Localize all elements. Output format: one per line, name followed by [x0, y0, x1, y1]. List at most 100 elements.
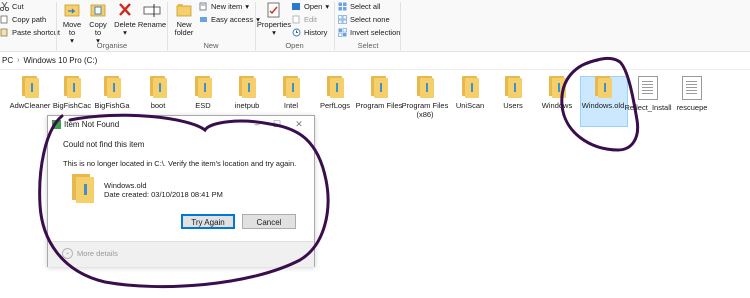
delete-button[interactable]: Delete ▾: [113, 1, 137, 37]
folder-icon: [414, 76, 436, 98]
folder-icon: [70, 174, 96, 206]
cut-button[interactable]: Cut: [0, 1, 24, 12]
list-item-label: PerfLogs: [319, 101, 351, 110]
folder-icon: [546, 76, 568, 98]
list-item[interactable]: Program Files (x86): [401, 76, 449, 119]
rename-button[interactable]: Rename: [138, 1, 166, 29]
easy-access-button[interactable]: Easy access ▾: [199, 14, 260, 25]
paste-shortcut-icon: [0, 28, 9, 37]
document-icon: [638, 76, 658, 100]
list-item-label: boot: [150, 101, 166, 110]
ribbon: Cut Copy path Paste shortcut Move to ▾ C…: [0, 0, 750, 52]
list-item[interactable]: Windows: [535, 76, 579, 110]
dialog-title: Item Not Found: [64, 120, 120, 129]
chevron-down-icon: ▾: [123, 28, 127, 37]
list-item-label: Program Files (x86): [401, 101, 449, 119]
warning-icon: [52, 120, 61, 131]
folder-icon: [368, 76, 390, 98]
breadcrumb-drive[interactable]: Windows 10 Pro (C:): [23, 56, 97, 65]
copy-path-button[interactable]: Copy path: [0, 14, 46, 25]
properties-icon: [265, 1, 283, 19]
list-item-label: Program Files: [355, 101, 403, 110]
chevron-down-icon: ▾: [245, 2, 250, 11]
history-button[interactable]: History: [292, 27, 327, 38]
folder-icon: [459, 76, 481, 98]
new-group-label: New: [203, 41, 219, 50]
list-item[interactable]: AdwCleaner: [8, 76, 52, 110]
more-details-toggle[interactable]: ⌄ More details: [62, 248, 118, 259]
list-item-label: BigFishGa: [94, 101, 130, 110]
history-icon: [292, 28, 301, 37]
organise-group-label: Organise: [96, 41, 128, 50]
open-label: Open: [304, 2, 323, 11]
list-item[interactable]: Reflect_Install: [624, 76, 672, 112]
dialog-file-date: Date created: 03/10/2018 08:41 PM: [104, 190, 223, 199]
try-again-button[interactable]: Try Again: [181, 214, 235, 229]
open-icon: [292, 2, 301, 11]
select-all-button[interactable]: Select all: [338, 1, 380, 12]
move-to-button[interactable]: Move to ▾: [60, 1, 84, 45]
invert-selection-button[interactable]: Invert selection: [338, 27, 400, 38]
list-item[interactable]: PerfLogs: [313, 76, 357, 110]
list-item-label: UniScan: [455, 101, 485, 110]
list-item-label: Users: [503, 101, 523, 110]
minimize-icon[interactable]: –: [248, 118, 266, 130]
open-button[interactable]: Open ▾: [292, 1, 329, 12]
list-item[interactable]: Users: [491, 76, 535, 110]
list-item[interactable]: inetpub: [225, 76, 269, 110]
select-none-label: Select none: [350, 15, 390, 24]
move-folder-icon: [63, 1, 81, 19]
cancel-button[interactable]: Cancel: [242, 214, 296, 229]
dialog-file-name: Windows.old: [104, 181, 147, 190]
more-details-label: More details: [77, 249, 118, 258]
list-item[interactable]: Intel: [269, 76, 313, 110]
ribbon-separator: [400, 2, 401, 50]
chevron-down-icon: ▾: [272, 28, 276, 37]
list-item-label: inetpub: [234, 101, 260, 110]
new-folder-button[interactable]: New folder: [170, 1, 198, 37]
ribbon-separator: [56, 2, 57, 50]
copy-to-button[interactable]: Copy to ▾: [86, 1, 110, 45]
select-none-button[interactable]: Select none: [338, 14, 390, 25]
copy-path-icon: [0, 15, 9, 24]
invert-selection-icon: [338, 28, 347, 37]
list-item[interactable]: boot: [136, 76, 180, 110]
edit-button[interactable]: Edit: [292, 14, 317, 25]
properties-button[interactable]: Properties ▾: [257, 1, 291, 37]
new-item-icon: [199, 2, 208, 11]
folder-icon: [147, 76, 169, 98]
list-item[interactable]: ESD: [181, 76, 225, 110]
list-item-label: rescuepe: [676, 103, 708, 112]
folder-icon: [280, 76, 302, 98]
copy-folder-icon: [89, 1, 107, 19]
list-item-selected[interactable]: Windows.old: [581, 76, 625, 110]
new-item-button[interactable]: New item ▾: [199, 1, 249, 12]
breadcrumb-pc[interactable]: PC: [2, 56, 13, 65]
rename-icon: [143, 1, 161, 19]
dialog-footer: ⌄ More details: [48, 241, 314, 267]
list-item[interactable]: UniScan: [448, 76, 492, 110]
list-item-label: AdwCleaner: [9, 101, 51, 110]
chevron-down-icon: ⌄: [62, 248, 73, 259]
list-item[interactable]: rescuepe: [670, 76, 714, 112]
copy-path-label: Copy path: [12, 15, 47, 24]
folder-icon: [192, 76, 214, 98]
new-folder-label: New folder: [174, 20, 194, 37]
list-item[interactable]: BigFishGa: [90, 76, 134, 110]
folder-icon: [101, 76, 123, 98]
maximize-icon[interactable]: ☐: [268, 118, 286, 130]
list-item-label: Reflect_Install: [624, 103, 672, 112]
list-item-label: Windows: [541, 101, 573, 110]
select-group-label: Select: [357, 41, 379, 50]
new-item-label: New item: [211, 2, 243, 11]
close-icon[interactable]: ✕: [290, 118, 308, 130]
folder-icon: [324, 76, 346, 98]
ribbon-separator: [167, 2, 168, 50]
easy-access-label: Easy access: [211, 15, 254, 24]
cut-label: Cut: [12, 2, 24, 11]
list-item[interactable]: Program Files: [355, 76, 403, 110]
address-bar[interactable]: PC › Windows 10 Pro (C:): [0, 52, 750, 70]
folder-icon: [592, 76, 614, 98]
list-item-label: ESD: [195, 101, 211, 110]
paste-shortcut-button[interactable]: Paste shortcut: [0, 27, 60, 38]
